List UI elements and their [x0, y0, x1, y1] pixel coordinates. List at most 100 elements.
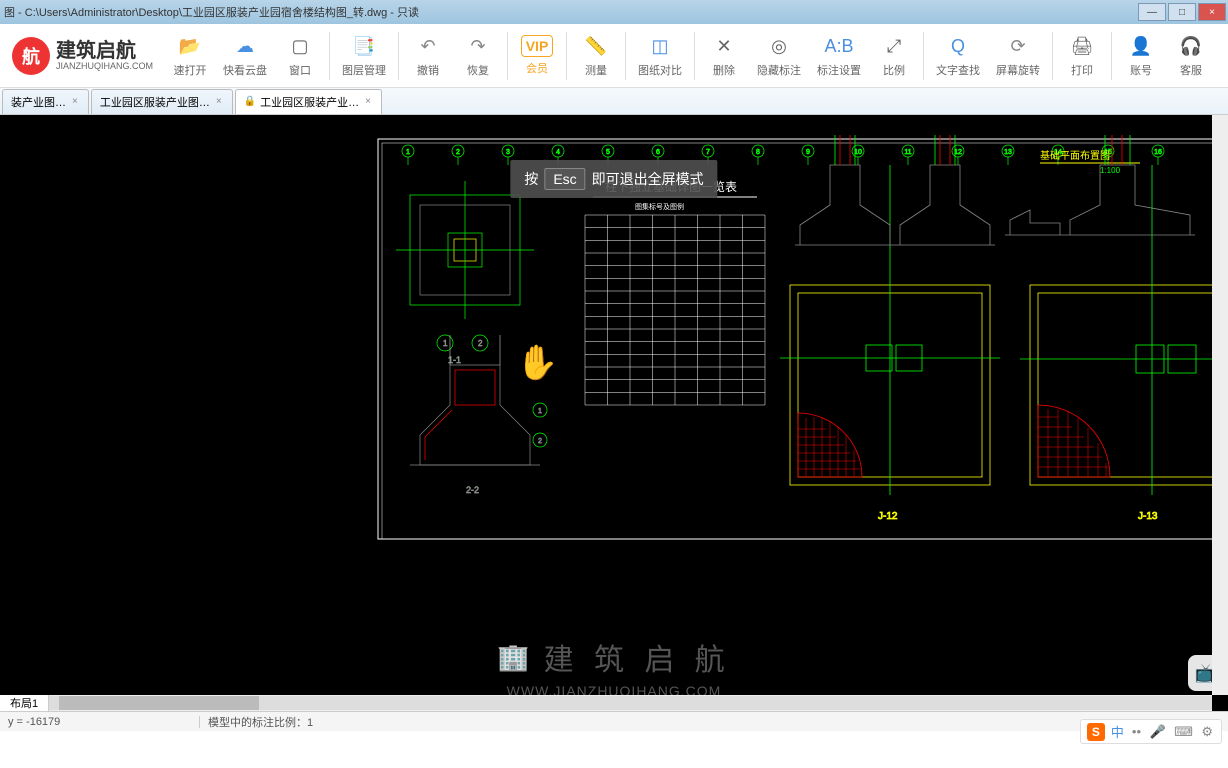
measure-button[interactable]: 📏 测量 — [571, 29, 621, 82]
svg-text:16: 16 — [1154, 149, 1162, 156]
toolbar: 📂速打开☁快看云盘 ▢ 窗口 📑 图层管理 ↶撤销 ↷ 恢复 VIP 会员 📏 测量 ◫图纸对比 ✕ 删除 ◎… — [165, 24, 1216, 88]
vip-button[interactable]: VIP 会员 — [512, 31, 562, 80]
svg-text:2-2: 2-2 — [466, 485, 479, 495]
svg-text:J-12: J-12 — [878, 511, 898, 522]
svg-text:1:100: 1:100 — [1100, 166, 1121, 175]
window-titlebar: 图 - C:\Users\Administrator\Desktop\工业园区服… — [0, 0, 1228, 24]
vip-label: 会员 — [526, 60, 548, 76]
document-tab-t1[interactable]: 装产业图… × — [2, 89, 89, 114]
ime-settings-icon[interactable]: ⚙ — [1201, 724, 1213, 739]
delete-label: 删除 — [713, 62, 735, 78]
close-button[interactable]: × — [1198, 3, 1226, 21]
print-button[interactable]: 🖨 打印 — [1057, 29, 1107, 82]
esc-key-label: Esc — [544, 168, 585, 190]
hide-anno-button[interactable]: ◎ 隐藏标注 — [749, 29, 809, 82]
svg-text:9: 9 — [806, 149, 810, 156]
window-label: 窗口 — [289, 62, 311, 78]
find-text-icon: Q — [945, 33, 971, 59]
lock-icon: 🔒 — [244, 96, 256, 107]
document-tab-t3[interactable]: 🔒工业园区服装产业…× — [235, 89, 382, 114]
layer-mgr-icon: 📑 — [351, 33, 377, 59]
account-button[interactable]: 👤账号 — [1116, 29, 1166, 82]
scale-icon: ⤢ — [881, 33, 907, 59]
redo-button[interactable]: ↷ 恢复 — [453, 29, 503, 82]
anno-set-button[interactable]: A:B标注设置 — [809, 29, 869, 82]
find-text-button[interactable]: Q 文字查找 — [928, 29, 988, 82]
svg-text:1: 1 — [443, 339, 448, 348]
service-icon: 🎧 — [1178, 33, 1204, 59]
layout-tab[interactable]: 布局1 — [0, 695, 49, 711]
cloud-button[interactable]: ☁快看云盘 — [215, 29, 275, 82]
brand-block: 航 建筑启航 JIANZHUQIHANG.COM — [0, 37, 165, 75]
rotate-icon: ⟳ — [1005, 33, 1031, 59]
svg-text:7: 7 — [706, 149, 710, 156]
status-coordinates: y = -16179 — [0, 716, 200, 728]
ime-keyboard-icon[interactable]: ⌨ — [1174, 724, 1193, 739]
tab-close-icon[interactable]: × — [70, 96, 80, 107]
ime-lang[interactable]: 中 — [1111, 722, 1124, 741]
measure-label: 测量 — [585, 62, 607, 78]
redo-icon: ↷ — [465, 33, 491, 59]
brand-url: JIANZHUQIHANG.COM — [56, 62, 153, 72]
service-label: 客服 — [1180, 62, 1202, 78]
sogou-logo-icon: S — [1087, 723, 1105, 741]
ime-voice-icon[interactable]: 🎤 — [1149, 724, 1165, 739]
maximize-button[interactable]: □ — [1168, 3, 1196, 21]
print-icon: 🖨 — [1069, 33, 1095, 59]
vip-icon: VIP — [521, 35, 554, 57]
svg-text:11: 11 — [904, 149, 911, 156]
delete-icon: ✕ — [711, 33, 737, 59]
hide-anno-icon: ◎ — [766, 33, 792, 59]
vertical-scrollbar[interactable] — [1212, 115, 1228, 695]
ime-emoji-icon[interactable]: •• — [1132, 724, 1141, 739]
svg-text:2: 2 — [456, 149, 460, 156]
undo-button[interactable]: ↶撤销 — [403, 29, 453, 82]
svg-text:2: 2 — [538, 438, 542, 445]
print-label: 打印 — [1071, 62, 1093, 78]
svg-text:2: 2 — [478, 339, 483, 348]
document-tab-t2[interactable]: 工业园区服装产业图… × — [91, 89, 233, 114]
header: 航 建筑启航 JIANZHUQIHANG.COM 📂速打开☁快看云盘 ▢ 窗口 📑 图层… — [0, 24, 1228, 88]
cloud-label: 快看云盘 — [223, 62, 267, 78]
tab-label: 工业园区服装产业图… — [100, 94, 210, 110]
statusbar: y = -16179 模型中的标注比例：1 — [0, 711, 1228, 731]
measure-icon: 📏 — [583, 33, 609, 59]
bottom-bar: 布局1 — [0, 695, 1212, 711]
ime-icons: •• 🎤 ⌨ ⚙ — [1130, 723, 1215, 741]
toast-pre: 按 — [524, 169, 538, 189]
redo-label: 恢复 — [467, 62, 489, 78]
delete-button[interactable]: ✕ 删除 — [699, 29, 749, 82]
layer-mgr-label: 图层管理 — [342, 62, 386, 78]
scrollbar-thumb[interactable] — [59, 696, 259, 710]
rotate-button[interactable]: ⟳屏幕旋转 — [988, 29, 1048, 82]
svg-text:3: 3 — [506, 149, 510, 156]
brand-name: 建筑启航 — [56, 40, 153, 62]
svg-text:8: 8 — [756, 149, 760, 156]
svg-text:6: 6 — [656, 149, 660, 156]
find-text-label: 文字查找 — [936, 62, 980, 78]
svg-text:1: 1 — [406, 149, 410, 156]
compare-button[interactable]: ◫图纸对比 — [630, 29, 690, 82]
svg-text:基础平面布置图: 基础平面布置图 — [1040, 149, 1110, 162]
fast-open-icon: 📂 — [177, 33, 203, 59]
window-button[interactable]: ▢ 窗口 — [275, 29, 325, 82]
layer-mgr-button[interactable]: 📑 图层管理 — [334, 29, 394, 82]
minimize-button[interactable]: — — [1138, 3, 1166, 21]
compare-icon: ◫ — [647, 33, 673, 59]
service-button[interactable]: 🎧 客服 — [1166, 29, 1216, 82]
svg-text:13: 13 — [1004, 149, 1012, 156]
cad-canvas[interactable]: 按 Esc 即可退出全屏模式 ✋ 12345678910111213141516… — [0, 115, 1228, 711]
scale-button[interactable]: ⤢ 比例 — [869, 29, 919, 82]
tab-close-icon[interactable]: × — [214, 96, 224, 107]
status-scale: 模型中的标注比例：1 — [200, 714, 321, 730]
scale-label: 比例 — [883, 62, 905, 78]
tab-close-icon[interactable]: × — [363, 96, 373, 107]
window-controls: — □ × — [1138, 3, 1228, 21]
ime-tray[interactable]: S 中 •• 🎤 ⌨ ⚙ — [1080, 719, 1222, 744]
window-icon: ▢ — [287, 33, 313, 59]
brand-logo-icon: 航 — [12, 37, 50, 75]
horizontal-scrollbar[interactable] — [49, 696, 1212, 710]
hide-anno-label: 隐藏标注 — [757, 62, 801, 78]
tab-label: 装产业图… — [11, 94, 66, 110]
fast-open-button[interactable]: 📂速打开 — [165, 29, 215, 82]
